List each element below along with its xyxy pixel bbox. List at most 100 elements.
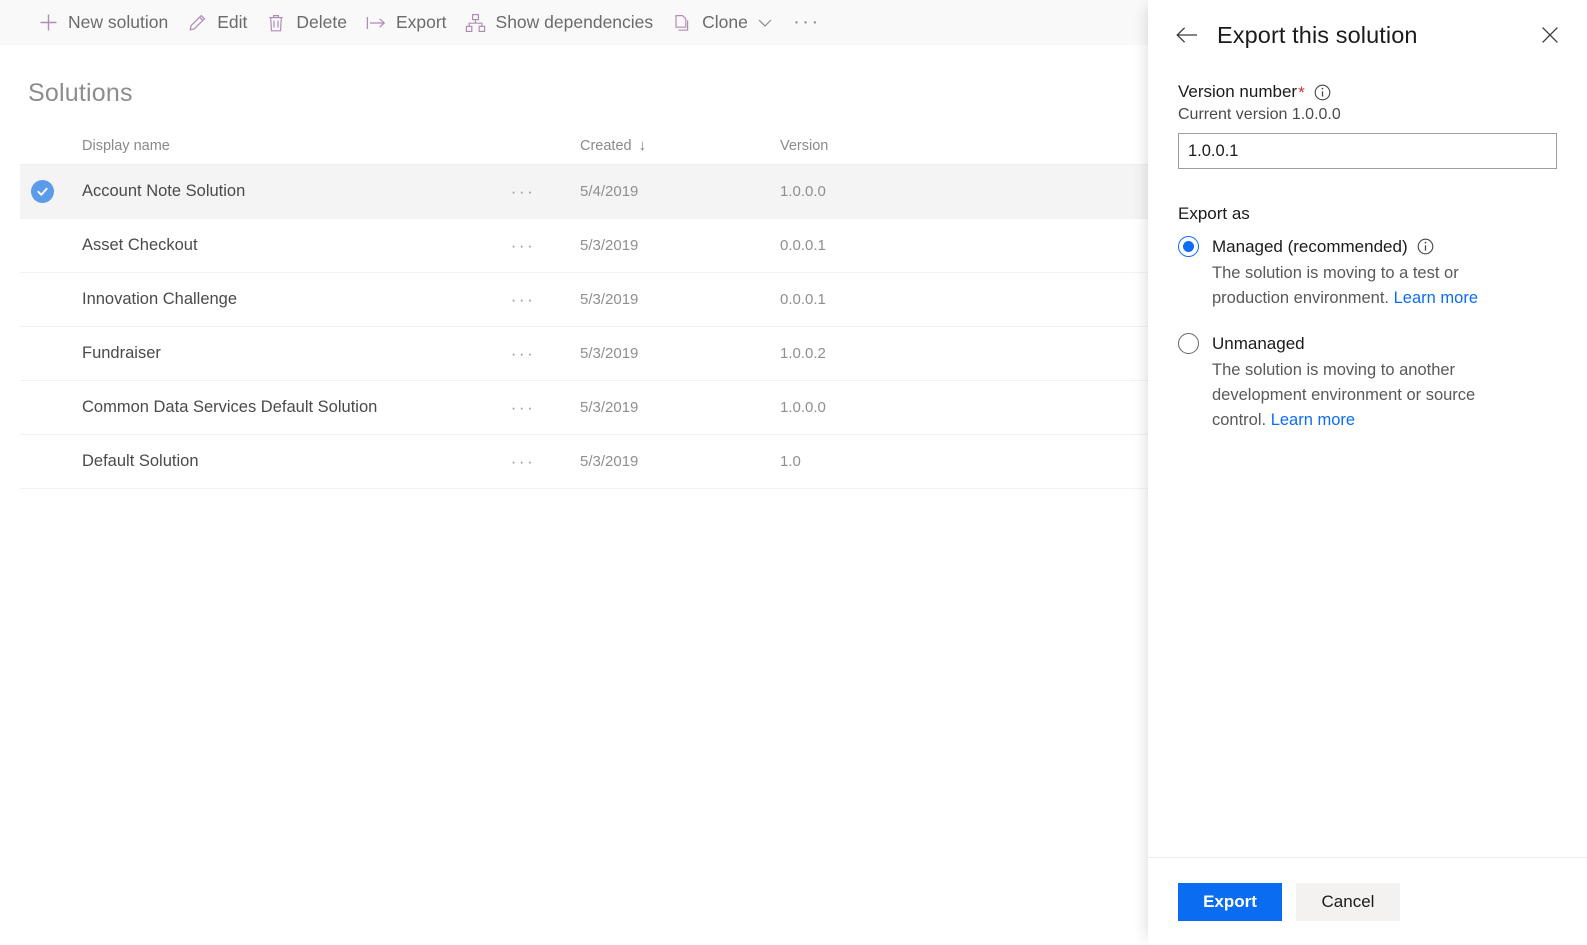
radio-description-unmanaged: The solution is moving to another develo… [1212, 358, 1502, 433]
row-menu-button[interactable]: ··· [484, 182, 562, 202]
command-bar-overflow-button[interactable]: ··· [787, 0, 827, 45]
row-menu-glyph: ··· [511, 236, 535, 255]
row-version: 0.0.0.1 [762, 291, 962, 308]
row-display-name: Fundraiser [64, 344, 484, 363]
export-solution-panel: Export this solution Version number* Cur… [1148, 0, 1587, 945]
sort-descending-icon: ↓ [639, 138, 647, 153]
radio-managed-icon[interactable] [1178, 236, 1199, 257]
table-row[interactable]: Default Solution ··· 5/3/2019 1.0 [20, 435, 1148, 489]
plus-icon [37, 12, 59, 34]
required-marker: * [1298, 84, 1305, 101]
solutions-page: New solution Edit Delete [0, 0, 1148, 945]
row-display-name: Innovation Challenge [64, 290, 484, 309]
grid-header-row: Display name Created ↓ Version [20, 128, 1148, 165]
radio-dot [1183, 241, 1194, 252]
row-display-name: Common Data Services Default Solution [64, 398, 484, 417]
radio-option-managed[interactable]: Managed (recommended) The solution is mo… [1178, 236, 1557, 311]
radio-unmanaged-icon[interactable] [1178, 333, 1199, 354]
clone-button[interactable]: Clone [662, 0, 781, 45]
row-menu-glyph: ··· [511, 182, 535, 201]
edit-button[interactable]: Edit [177, 0, 256, 45]
table-row[interactable]: Fundraiser ··· 5/3/2019 1.0.0.2 [20, 327, 1148, 381]
page-title: Solutions [28, 79, 133, 108]
radio-row-unmanaged[interactable]: Unmanaged [1178, 333, 1557, 354]
radio-row-managed[interactable]: Managed (recommended) [1178, 236, 1557, 257]
learn-more-link-unmanaged[interactable]: Learn more [1271, 411, 1355, 429]
grid-header-created-label: Created [580, 138, 632, 154]
row-created: 5/4/2019 [562, 183, 762, 200]
solutions-grid: Display name Created ↓ Version Account No… [20, 128, 1148, 489]
show-dependencies-button[interactable]: Show dependencies [456, 0, 663, 45]
row-menu-button[interactable]: ··· [484, 236, 562, 256]
radio-description-managed: The solution is moving to a test or prod… [1212, 261, 1502, 311]
row-menu-button[interactable]: ··· [484, 344, 562, 364]
row-display-name: Default Solution [64, 452, 484, 471]
pencil-icon [186, 12, 208, 34]
export-as-radio-group: Managed (recommended) The solution is mo… [1178, 236, 1557, 433]
export-as-label: Export as [1178, 204, 1557, 224]
row-created: 5/3/2019 [562, 399, 762, 416]
new-solution-button[interactable]: New solution [28, 0, 177, 45]
table-row[interactable]: Common Data Services Default Solution ··… [20, 381, 1148, 435]
panel-title: Export this solution [1217, 22, 1533, 49]
checkmark-icon [31, 180, 54, 203]
table-row[interactable]: Account Note Solution ··· 5/4/2019 1.0.0… [20, 165, 1148, 219]
row-menu-glyph: ··· [511, 398, 535, 417]
row-menu-glyph: ··· [511, 344, 535, 363]
row-created: 5/3/2019 [562, 291, 762, 308]
radio-option-unmanaged[interactable]: Unmanaged The solution is moving to anot… [1178, 333, 1557, 433]
version-number-input[interactable] [1178, 133, 1557, 169]
row-version: 1.0.0.0 [762, 183, 962, 200]
panel-footer: Export Cancel [1148, 857, 1587, 945]
row-created: 5/3/2019 [562, 345, 762, 362]
row-menu-button[interactable]: ··· [484, 290, 562, 310]
hierarchy-icon [465, 12, 487, 34]
command-bar: New solution Edit Delete [0, 0, 1148, 45]
learn-more-link-managed[interactable]: Learn more [1394, 289, 1478, 307]
row-menu-glyph: ··· [511, 452, 535, 471]
table-row[interactable]: Innovation Challenge ··· 5/3/2019 0.0.0.… [20, 273, 1148, 327]
grid-header-version[interactable]: Version [762, 138, 962, 154]
panel-body: Version number* Current version 1.0.0.0 … [1148, 70, 1587, 857]
export-label: Export [396, 12, 447, 33]
radio-label-unmanaged: Unmanaged [1212, 334, 1305, 354]
export-submit-button[interactable]: Export [1178, 883, 1282, 921]
radio-managed-text: Managed (recommended) [1212, 237, 1408, 257]
cancel-button[interactable]: Cancel [1296, 883, 1400, 921]
row-display-name: Asset Checkout [64, 236, 484, 255]
new-solution-label: New solution [68, 12, 168, 33]
export-icon [365, 12, 387, 34]
trash-icon [265, 12, 287, 34]
row-created: 5/3/2019 [562, 237, 762, 254]
version-number-label: Version number [1178, 82, 1297, 102]
panel-header: Export this solution [1148, 0, 1587, 70]
clone-label: Clone [702, 12, 748, 33]
row-version: 1.0.0.0 [762, 399, 962, 416]
edit-label: Edit [217, 12, 247, 33]
row-created: 5/3/2019 [562, 453, 762, 470]
row-menu-button[interactable]: ··· [484, 452, 562, 472]
radio-label-managed: Managed (recommended) [1212, 237, 1434, 257]
row-menu-button[interactable]: ··· [484, 398, 562, 418]
grid-header-display-name[interactable]: Display name [64, 138, 484, 154]
chevron-down-icon [758, 18, 772, 28]
info-icon[interactable] [1417, 238, 1434, 255]
export-button[interactable]: Export [356, 0, 456, 45]
table-row[interactable]: Asset Checkout ··· 5/3/2019 0.0.0.1 [20, 219, 1148, 273]
grid-header-created[interactable]: Created ↓ [562, 138, 762, 154]
info-icon[interactable] [1314, 84, 1331, 101]
show-dependencies-label: Show dependencies [496, 12, 654, 33]
current-version-text: Current version 1.0.0.0 [1178, 106, 1557, 124]
version-number-label-row: Version number* [1178, 82, 1557, 102]
row-checkbox[interactable] [20, 180, 64, 203]
row-menu-glyph: ··· [511, 290, 535, 309]
close-icon[interactable] [1533, 18, 1567, 52]
radio-dot [1183, 338, 1194, 349]
copy-icon [671, 12, 693, 34]
row-version: 1.0.0.2 [762, 345, 962, 362]
radio-unmanaged-text: Unmanaged [1212, 334, 1305, 354]
row-version: 1.0 [762, 453, 962, 470]
back-arrow-icon[interactable] [1170, 18, 1204, 52]
row-version: 0.0.0.1 [762, 237, 962, 254]
delete-button[interactable]: Delete [256, 0, 356, 45]
